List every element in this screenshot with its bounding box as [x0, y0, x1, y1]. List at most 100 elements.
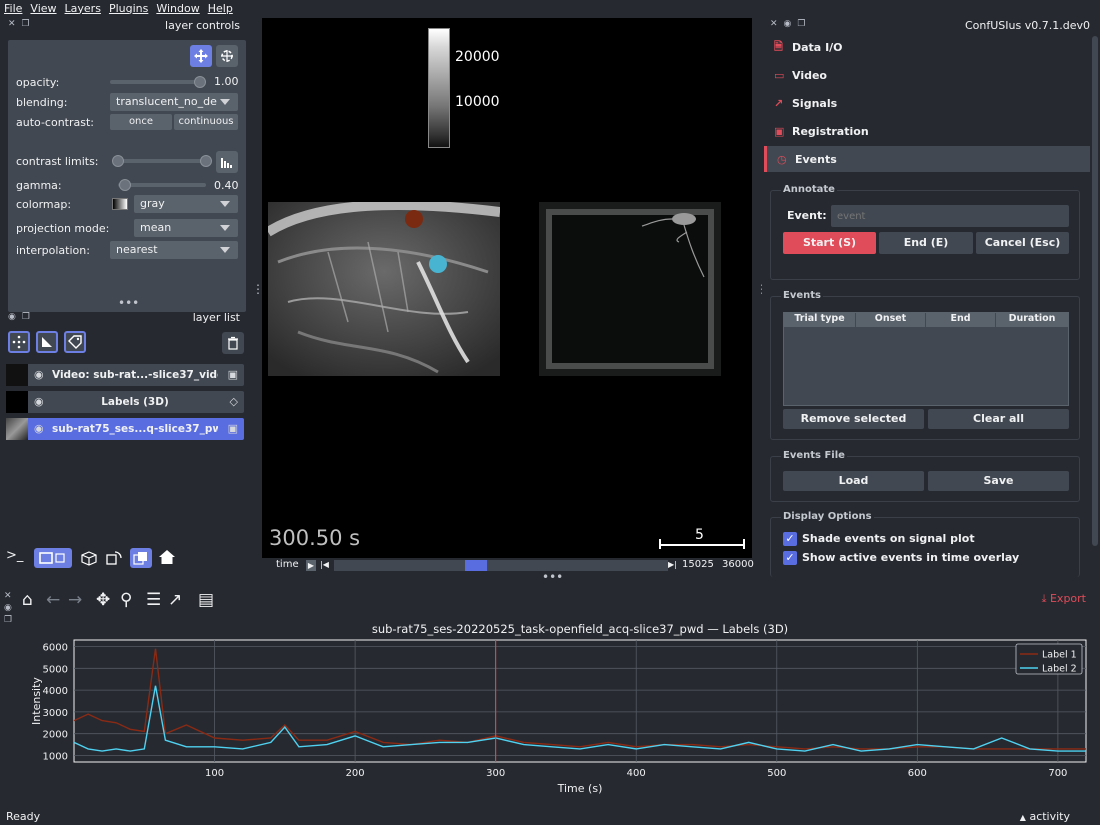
eye-icon[interactable]: ◉: [34, 368, 48, 382]
menu-layers[interactable]: Layers: [61, 2, 105, 15]
layer-row-pwd[interactable]: ◉ sub-rat75_ses...q-slice37_pwd ▣: [6, 418, 244, 440]
save-figure-icon[interactable]: ▤: [198, 590, 214, 610]
right-dock-scrollbar[interactable]: [1092, 36, 1098, 546]
shade-events-checkbox[interactable]: ✓: [783, 532, 797, 546]
scale-bar-tick: [743, 539, 745, 549]
float-icon[interactable]: ❐: [22, 312, 30, 322]
step-back-icon[interactable]: |◀: [320, 560, 329, 569]
activity-toggle[interactable]: ▲ activity: [1020, 810, 1070, 823]
signal-chart[interactable]: sub-rat75_ses-20220525_task-openfield_ac…: [0, 618, 1100, 808]
transpose-button[interactable]: [105, 550, 125, 568]
back-arrow-icon[interactable]: ←: [46, 590, 60, 610]
splitter-handle[interactable]: •••: [118, 296, 139, 310]
layer-row-labels[interactable]: ◉ Labels (3D) ◇: [6, 391, 244, 413]
close-icon[interactable]: ✕: [8, 19, 16, 29]
caret-up-icon: ▲: [1019, 813, 1026, 822]
viewer-canvas[interactable]: 20000 10000 300.50 s 5: [262, 18, 752, 558]
left-splitter-handle[interactable]: ⋮: [252, 283, 264, 303]
play-icon[interactable]: ▶: [306, 560, 316, 571]
close-icon[interactable]: ✕: [4, 590, 12, 602]
transform-button[interactable]: [216, 45, 238, 67]
export-button[interactable]: ⤓ Export: [1042, 592, 1086, 606]
nav-events[interactable]: ◷ Events: [764, 146, 1090, 172]
home-button[interactable]: [157, 548, 179, 568]
close-icon[interactable]: ✕: [770, 19, 778, 29]
end-button[interactable]: End (E): [879, 232, 973, 254]
contrast-min-handle[interactable]: [112, 155, 124, 167]
console-button[interactable]: >_: [6, 548, 28, 568]
edit-axes-icon[interactable]: ↗: [168, 590, 182, 610]
gamma-slider-handle[interactable]: [119, 179, 132, 191]
clear-all-button[interactable]: Clear all: [928, 409, 1069, 429]
colormap-swatch: [112, 198, 128, 210]
projection-combo[interactable]: mean: [134, 219, 238, 237]
colormap-combo[interactable]: gray: [134, 195, 238, 213]
contrast-max-handle[interactable]: [200, 155, 212, 167]
column-header[interactable]: Onset: [856, 313, 926, 327]
new-labels-button[interactable]: [64, 331, 86, 353]
float-icon[interactable]: ❐: [22, 19, 30, 29]
x-tick-label: 700: [1048, 768, 1067, 779]
interpolation-combo[interactable]: nearest: [110, 241, 238, 259]
annotate-title: Annotate: [781, 184, 837, 195]
menu-window[interactable]: Window: [152, 2, 203, 15]
autocontrast-once-button[interactable]: once: [110, 114, 172, 130]
nav-label: Video: [792, 68, 827, 82]
layer-row-video[interactable]: ◉ Video: sub-rat...-slice37_video ▣: [6, 364, 244, 386]
nav-data-io[interactable]: 🗎 Data I/O: [764, 34, 1090, 60]
time-slider[interactable]: [334, 560, 668, 571]
y-tick-label: 6000: [43, 643, 68, 654]
float-icon[interactable]: ❐: [797, 19, 805, 29]
nav-signals[interactable]: ↗ Signals: [764, 90, 1090, 116]
new-shapes-button[interactable]: [36, 331, 58, 353]
contrast-limits-slider[interactable]: [118, 159, 210, 163]
home-icon[interactable]: ⌂: [22, 590, 33, 610]
opacity-slider-handle[interactable]: [194, 76, 206, 88]
time-slider-handle[interactable]: [465, 560, 488, 571]
events-table[interactable]: Trial type Onset End Duration: [783, 312, 1069, 406]
autocontrast-continuous-button[interactable]: continuous: [174, 114, 238, 130]
opacity-slider[interactable]: [110, 80, 206, 84]
column-header[interactable]: Duration: [996, 313, 1068, 327]
display-options-title: Display Options: [781, 511, 874, 522]
new-points-button[interactable]: [8, 331, 30, 353]
menu-view[interactable]: View: [26, 2, 60, 15]
histogram-button[interactable]: [216, 151, 238, 173]
opacity-value: 1.00: [214, 75, 239, 88]
step-forward-icon[interactable]: ▶|: [668, 560, 677, 569]
remove-selected-button[interactable]: Remove selected: [783, 409, 924, 429]
data-io-icon: 🗎: [774, 39, 783, 53]
save-button[interactable]: Save: [928, 471, 1069, 491]
float-icon[interactable]: ◉: [8, 312, 16, 322]
menu-file[interactable]: File: [0, 2, 26, 15]
dock-buttons: ✕ ❐: [8, 19, 30, 29]
zoom-icon[interactable]: ⚲: [120, 590, 132, 610]
column-header[interactable]: End: [926, 313, 996, 327]
eye-icon[interactable]: ◉: [784, 19, 792, 29]
load-button[interactable]: Load: [783, 471, 924, 491]
configure-subplots-icon[interactable]: ☰: [146, 590, 161, 610]
column-header[interactable]: Trial type: [784, 313, 856, 327]
ndisplay-button[interactable]: [34, 548, 72, 568]
show-active-events-checkbox[interactable]: ✓: [783, 551, 797, 565]
forward-arrow-icon[interactable]: →: [68, 590, 82, 610]
nav-registration[interactable]: ▣ Registration: [764, 118, 1090, 144]
menu-plugins[interactable]: Plugins: [105, 2, 152, 15]
gamma-slider[interactable]: [118, 183, 206, 187]
eye-icon[interactable]: ◉: [4, 602, 12, 614]
blending-combo[interactable]: translucent_no_de: [110, 93, 238, 111]
pan-zoom-button[interactable]: [190, 45, 212, 67]
menu-help[interactable]: Help: [204, 2, 237, 15]
delete-layer-button[interactable]: [222, 332, 244, 354]
start-button[interactable]: Start (S): [783, 232, 876, 254]
eye-icon[interactable]: ◉: [34, 422, 48, 436]
events-file-group: Events File Load Save: [770, 450, 1080, 502]
eye-icon[interactable]: ◉: [34, 395, 48, 409]
nav-video[interactable]: ▭ Video: [764, 62, 1090, 88]
grid-button[interactable]: [130, 548, 152, 568]
gamma-value: 0.40: [214, 179, 239, 192]
roll-button[interactable]: [80, 550, 100, 568]
event-input[interactable]: [831, 205, 1069, 227]
pan-icon[interactable]: ✥: [96, 590, 110, 610]
cancel-button[interactable]: Cancel (Esc): [976, 232, 1069, 254]
